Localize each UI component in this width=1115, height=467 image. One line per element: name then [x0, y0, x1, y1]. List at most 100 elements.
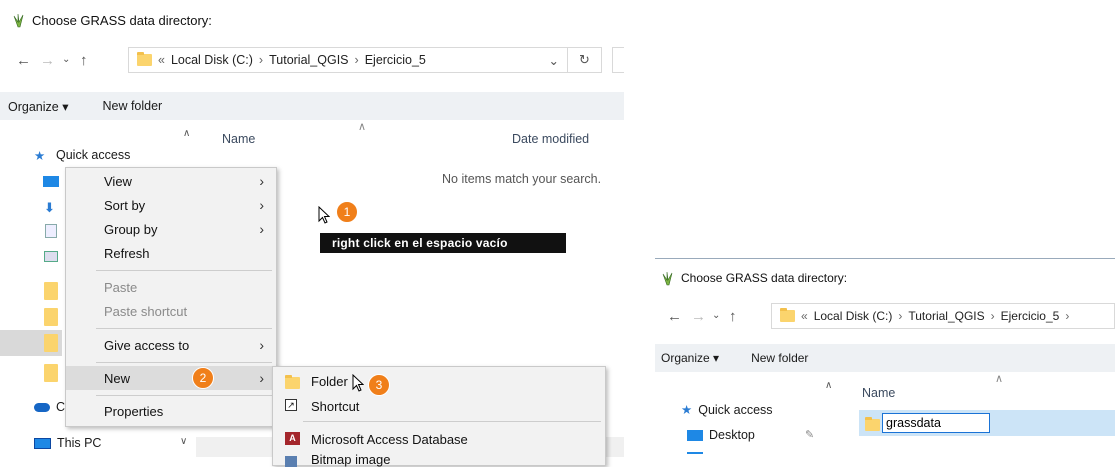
folder-icon[interactable] — [44, 282, 58, 300]
folder-icon[interactable] — [44, 334, 58, 352]
cursor-icon — [318, 206, 330, 224]
menu-label: Microsoft Access Database — [311, 431, 468, 447]
pin-icon[interactable]: ✎ — [805, 428, 814, 441]
chevron-right-icon: › — [354, 53, 359, 67]
nav-desktop[interactable]: Desktop — [687, 428, 755, 442]
picture-icon[interactable] — [44, 251, 58, 262]
chevron-right-icon: › — [259, 370, 264, 386]
organize-button[interactable]: Organize ▾ — [661, 351, 719, 365]
folder-icon — [285, 375, 300, 389]
nav-label: This PC — [57, 436, 102, 450]
submenu-item-bitmap[interactable]: Bitmap image — [273, 451, 605, 467]
chevron-right-icon: › — [1065, 309, 1070, 323]
shortcut-icon: ↗ — [285, 399, 297, 411]
breadcrumb-local-disk[interactable]: Local Disk (C:) — [814, 309, 893, 323]
rename-input[interactable] — [882, 413, 990, 433]
nav-quick-access[interactable]: ★ Quick access — [681, 402, 773, 418]
chevron-right-icon: › — [259, 197, 264, 213]
new-submenu: Folder ↗ Shortcut A Microsoft Access Dat… — [272, 366, 606, 467]
desktop-icon — [687, 429, 703, 441]
menu-label: Paste shortcut — [104, 303, 188, 319]
folder-icon[interactable] — [44, 308, 58, 326]
download-icon[interactable]: ⬇ — [44, 200, 55, 216]
menu-item-properties[interactable]: Properties — [66, 399, 276, 423]
menu-separator — [303, 421, 601, 422]
desktop-icon[interactable] — [43, 176, 59, 187]
recent-dropdown-icon[interactable]: ⌄ — [62, 54, 70, 65]
submenu-item-folder[interactable]: Folder — [273, 369, 605, 393]
document-icon[interactable] — [45, 224, 57, 238]
toolbar: Organize ▾ New folder — [655, 344, 1115, 372]
chevron-down-icon[interactable]: ⌄ — [549, 53, 559, 68]
refresh-icon[interactable]: ↻ — [568, 47, 602, 73]
breadcrumb-tutorial[interactable]: Tutorial_QGIS — [908, 309, 984, 323]
nav-label: Quick access — [698, 402, 773, 417]
menu-label: Refresh — [104, 245, 150, 261]
menu-label: Give access to — [104, 337, 190, 353]
nav-item-partial[interactable] — [687, 452, 703, 454]
submenu-item-access-db[interactable]: A Microsoft Access Database — [273, 427, 605, 451]
back-icon[interactable]: ← — [667, 308, 682, 325]
forward-icon[interactable]: → — [691, 308, 706, 325]
breadcrumb-tutorial[interactable]: Tutorial_QGIS — [269, 53, 348, 67]
up-icon[interactable]: ↑ — [80, 52, 88, 69]
scroll-down-icon[interactable]: ∨ — [180, 436, 187, 447]
menu-item-paste-shortcut[interactable]: Paste shortcut — [66, 299, 276, 323]
new-folder-button[interactable]: New folder — [102, 99, 162, 113]
chevron-right-icon: › — [259, 173, 264, 189]
breadcrumb-ejercicio[interactable]: Ejercicio_5 — [365, 53, 426, 67]
menu-label: Sort by — [104, 197, 146, 213]
menu-item-give-access[interactable]: Give access to › — [66, 333, 276, 357]
menu-item-paste[interactable]: Paste — [66, 275, 276, 299]
search-input[interactable] — [612, 47, 624, 73]
new-folder-button[interactable]: New folder — [751, 351, 808, 365]
chevron-right-icon: › — [259, 337, 264, 353]
sort-up-icon: ∧ — [358, 121, 367, 133]
menu-item-sort-by[interactable]: Sort by › — [66, 193, 276, 217]
submenu-item-shortcut[interactable]: ↗ Shortcut — [273, 394, 605, 418]
nav-onedrive[interactable]: C — [34, 400, 65, 414]
grass-icon — [13, 13, 24, 28]
menu-separator — [96, 395, 272, 396]
recent-dropdown-icon[interactable]: ⌄ — [712, 310, 720, 321]
column-name[interactable]: Name — [222, 132, 255, 146]
breadcrumb-overflow[interactable]: « — [801, 309, 808, 323]
up-icon[interactable]: ↑ — [729, 308, 737, 325]
column-date-modified[interactable]: Date modified — [512, 132, 589, 146]
address-bar[interactable]: « Local Disk (C:) › Tutorial_QGIS › Ejer… — [128, 47, 568, 73]
folder-icon[interactable] — [44, 364, 58, 382]
forward-icon[interactable]: → — [40, 52, 55, 69]
right-dialog: Choose GRASS data directory: ← → ⌄ ↑ « L… — [655, 258, 1115, 454]
context-menu: View › Sort by › Group by › Refresh Past… — [65, 167, 277, 427]
chevron-right-icon: › — [258, 53, 264, 67]
dialog-border — [655, 258, 1115, 259]
nav-quick-access[interactable]: ★ Quick access — [34, 148, 131, 163]
star-icon: ★ — [681, 403, 693, 417]
back-icon[interactable]: ← — [16, 52, 31, 69]
chevron-right-icon: › — [898, 309, 903, 323]
breadcrumb-overflow[interactable]: « — [158, 53, 165, 67]
address-bar[interactable]: « Local Disk (C:) › Tutorial_QGIS › Ejer… — [771, 303, 1115, 329]
breadcrumb-local-disk[interactable]: Local Disk (C:) — [171, 53, 253, 67]
folder-icon — [780, 308, 795, 322]
menu-separator — [96, 362, 272, 363]
menu-item-refresh[interactable]: Refresh — [66, 241, 276, 265]
dialog-title-text: Choose GRASS data directory: — [32, 12, 212, 28]
menu-item-group-by[interactable]: Group by › — [66, 217, 276, 241]
nav-this-pc[interactable]: This PC — [34, 436, 101, 450]
organize-button[interactable]: Organize ▾ — [8, 99, 68, 114]
breadcrumb-ejercicio[interactable]: Ejercicio_5 — [1001, 309, 1060, 323]
menu-item-view[interactable]: View › — [66, 169, 276, 193]
grass-icon — [662, 271, 673, 286]
menu-item-new[interactable]: New › — [66, 366, 276, 390]
dialog-title-text: Choose GRASS data directory: — [681, 271, 848, 285]
scroll-up-icon[interactable]: ∧ — [825, 380, 832, 391]
nav-label: Quick access — [56, 148, 131, 162]
menu-separator — [96, 328, 272, 329]
nav-label: C — [56, 400, 66, 414]
scroll-up-icon[interactable]: ∧ — [183, 128, 190, 139]
step-badge-1: 1 — [336, 201, 358, 223]
column-name[interactable]: Name — [862, 386, 895, 400]
nav-label: Desktop — [709, 428, 755, 442]
menu-label: Group by — [104, 221, 158, 237]
